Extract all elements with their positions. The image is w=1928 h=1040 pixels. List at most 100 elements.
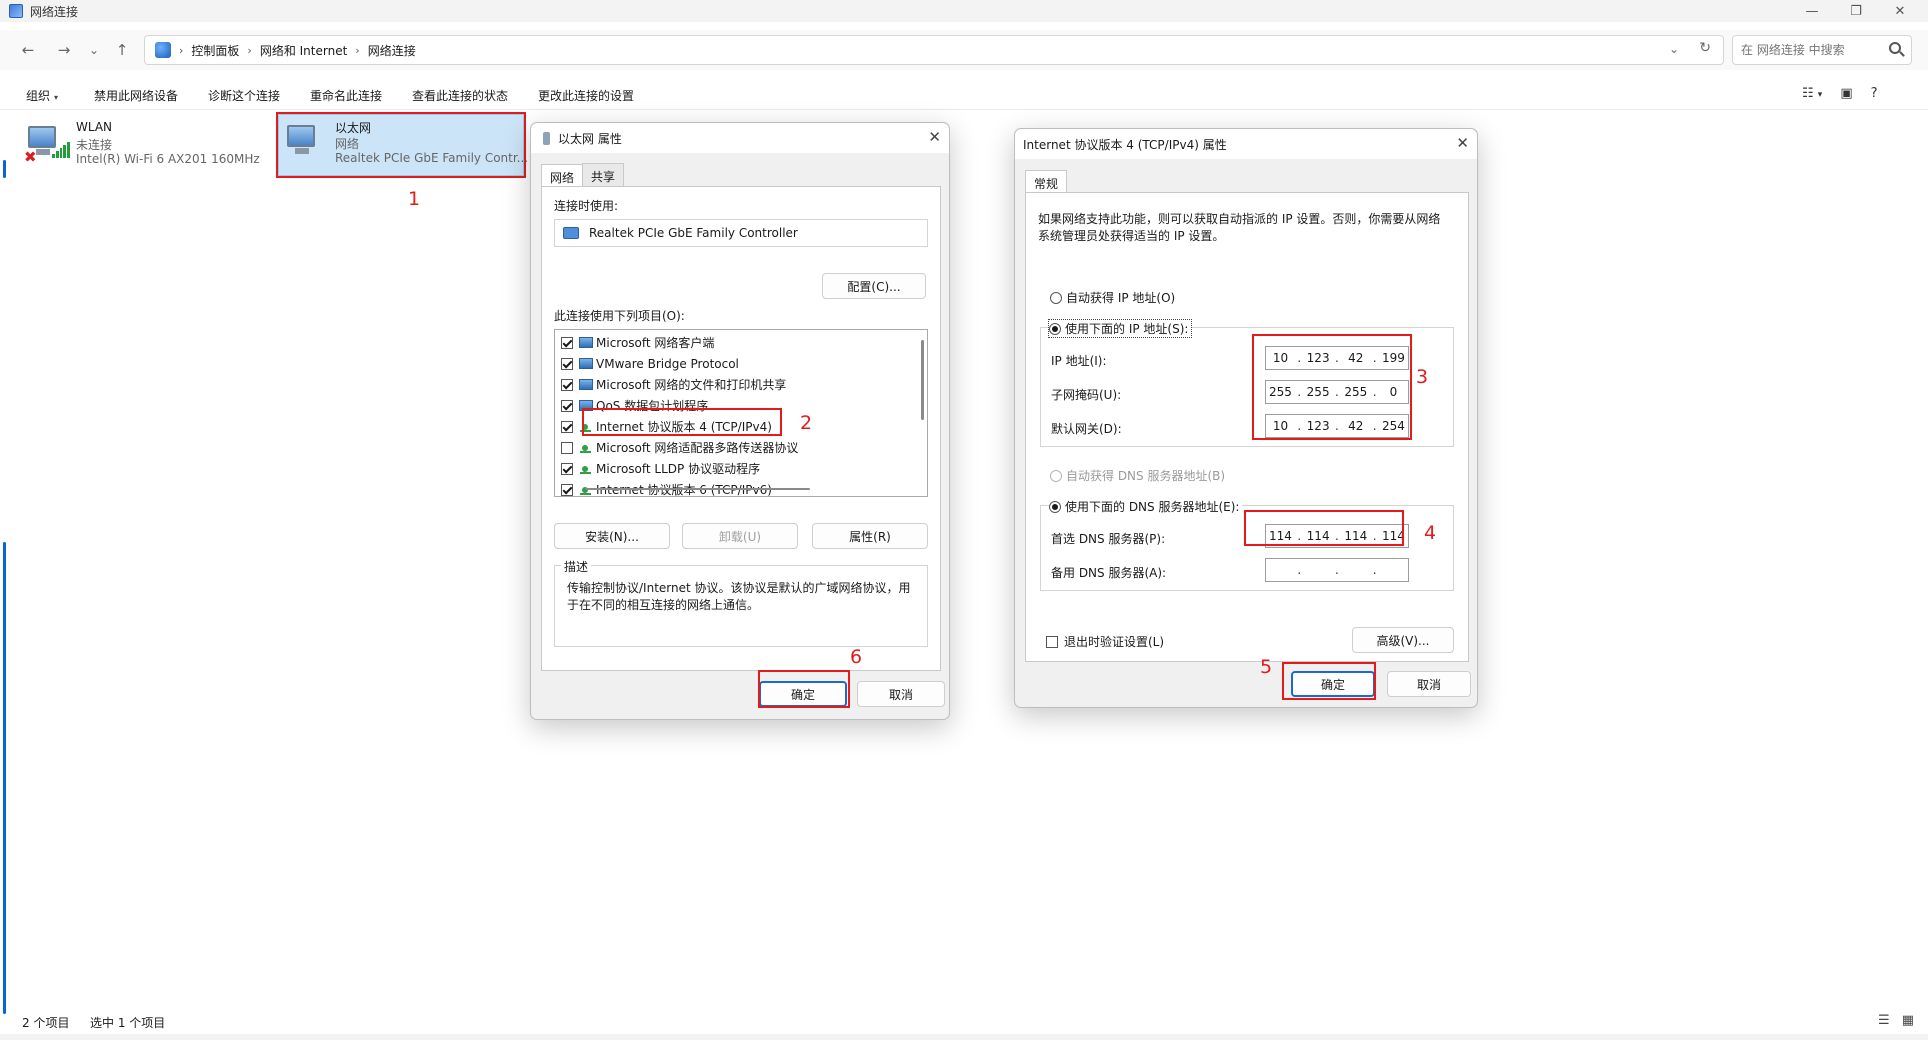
ipv4-properties-close-icon[interactable]: ✕: [1456, 134, 1469, 152]
client-icon: [579, 379, 593, 390]
ethernet-properties-title: 以太网 属性: [558, 131, 622, 146]
alternate-dns-label: 备用 DNS 服务器(A):: [1051, 566, 1167, 580]
annotation-box-3: [1252, 334, 1412, 440]
change-settings-button[interactable]: 更改此连接的设置: [538, 87, 634, 104]
preview-pane-icon[interactable]: ▣: [1840, 86, 1852, 101]
navigation-pane-scrollbar[interactable]: [0, 112, 8, 1022]
breadcrumb-network-internet[interactable]: 网络和 Internet: [260, 42, 347, 59]
description-group: 描述 传输控制协议/Internet 协议。该协议是默认的广域网络协议，用于在不…: [554, 558, 928, 647]
signal-bar: [67, 142, 70, 158]
component-checkbox[interactable]: [561, 462, 573, 475]
ipv4-cancel-button[interactable]: 取消: [1387, 671, 1471, 697]
organize-label: 组织: [26, 89, 51, 103]
ipv4-properties-titlebar: Internet 协议版本 4 (TCP/IPv4) 属性 ✕: [1015, 129, 1477, 159]
details-view-icon[interactable]: ☰: [1878, 1013, 1890, 1028]
component-checkbox[interactable]: [561, 483, 573, 496]
scroll-thumb-top[interactable]: [3, 160, 6, 178]
adapter-device-box: Realtek PCIe GbE Family Controller: [554, 219, 928, 247]
title-bar: 网络连接 — ❐ ✕: [0, 0, 1928, 22]
component-checkbox[interactable]: [561, 357, 573, 370]
component-label: Microsoft LLDP 协议驱动程序: [596, 462, 761, 476]
connect-using-label: 连接时使用:: [554, 199, 619, 213]
protocol-icon: [579, 442, 593, 453]
search-box[interactable]: [1732, 35, 1912, 65]
maximize-button[interactable]: ❐: [1834, 0, 1878, 22]
list-horizontal-scrollbar[interactable]: [585, 488, 810, 490]
ip-address-label: IP 地址(I):: [1051, 354, 1107, 368]
up-arrow-icon[interactable]: ↑: [110, 38, 134, 62]
list-item[interactable]: Microsoft LLDP 协议驱动程序: [561, 460, 760, 477]
list-vertical-scrollbar[interactable]: [921, 340, 924, 420]
signal-bar: [52, 154, 55, 158]
close-button[interactable]: ✕: [1878, 0, 1922, 22]
component-properties-button[interactable]: 属性(R): [812, 523, 928, 549]
search-input[interactable]: [1741, 43, 1881, 57]
change-view-icon[interactable]: ☷ ▾: [1802, 86, 1822, 101]
client-icon: [579, 358, 593, 369]
components-label: 此连接使用下列项目(O):: [554, 309, 685, 323]
address-dropdown-icon[interactable]: ⌄: [1669, 42, 1679, 56]
command-bar: 组织 ▾ 禁用此网络设备 诊断这个连接 重命名此连接 查看此连接的状态 更改此连接…: [0, 78, 1928, 110]
list-item[interactable]: Microsoft 网络适配器多路传送器协议: [561, 439, 798, 456]
breadcrumb-separator-icon: ›: [247, 43, 252, 57]
description-legend: 描述: [561, 558, 592, 575]
configure-button[interactable]: 配置(C)...: [822, 273, 926, 299]
network-item-wlan[interactable]: ✖ WLAN 未连接 Intel(R) Wi-Fi 6 AX201 160MHz: [20, 116, 270, 178]
list-item[interactable]: Microsoft 网络的文件和打印机共享: [561, 376, 786, 393]
scroll-thumb[interactable]: [3, 542, 6, 1014]
breadcrumb-control-panel[interactable]: 控制面板: [191, 42, 239, 59]
view-status-button[interactable]: 查看此连接的状态: [412, 87, 508, 104]
component-checkbox[interactable]: [561, 378, 573, 391]
advanced-button[interactable]: 高级(V)...: [1352, 627, 1454, 653]
address-bar[interactable]: › 控制面板 › 网络和 Internet › 网络连接 ⌄ ↻: [144, 35, 1724, 65]
ethernet-cancel-button[interactable]: 取消: [857, 681, 945, 707]
window-title: 网络连接: [30, 4, 79, 19]
radio-button[interactable]: [1049, 322, 1061, 335]
disconnected-x-icon: ✖: [24, 148, 37, 166]
subnet-mask-label: 子网掩码(U):: [1051, 388, 1122, 402]
component-label: Microsoft 网络客户端: [596, 336, 715, 350]
list-item[interactable]: Microsoft 网络客户端: [561, 334, 714, 351]
list-item[interactable]: VMware Bridge Protocol: [561, 355, 739, 372]
wifi-signal-icon: [52, 142, 70, 158]
component-checkbox[interactable]: [561, 441, 573, 454]
protocol-icon: [579, 463, 593, 474]
install-button[interactable]: 安装(N)...: [554, 523, 670, 549]
manual-dns-radio[interactable]: 使用下面的 DNS 服务器地址(E):: [1049, 498, 1243, 515]
forward-arrow-icon[interactable]: →: [52, 38, 76, 62]
network-connections-icon: [9, 4, 23, 18]
alternate-dns-field[interactable]: ...: [1265, 558, 1409, 582]
radio-button[interactable]: [1050, 291, 1062, 304]
component-label: Microsoft 网络的文件和打印机共享: [596, 378, 787, 392]
search-icon[interactable]: [1889, 42, 1901, 54]
tiles-view-icon[interactable]: ▦: [1902, 1013, 1914, 1028]
checkbox[interactable]: [1046, 635, 1058, 648]
signal-bar: [55, 151, 59, 158]
diagnose-button[interactable]: 诊断这个连接: [208, 87, 280, 104]
component-checkbox[interactable]: [561, 336, 573, 349]
view-caret-icon: ▾: [1817, 90, 1823, 100]
annotation-number-1: 1: [408, 188, 421, 210]
manual-ip-radio[interactable]: 使用下面的 IP 地址(S):: [1047, 319, 1193, 338]
client-icon: [579, 337, 593, 348]
help-icon[interactable]: ?: [1871, 86, 1878, 101]
radio-button[interactable]: [1049, 500, 1061, 513]
ethernet-properties-close-icon[interactable]: ✕: [928, 128, 941, 146]
component-checkbox[interactable]: [561, 399, 573, 412]
radio-button: [1050, 469, 1062, 482]
disable-device-button[interactable]: 禁用此网络设备: [94, 87, 178, 104]
component-checkbox[interactable]: [561, 420, 573, 433]
recent-locations-chevron-icon[interactable]: ⌄: [82, 38, 106, 62]
organize-menu[interactable]: 组织 ▾: [26, 87, 58, 104]
network-adapter-icon: [543, 131, 550, 145]
minimize-button[interactable]: —: [1790, 0, 1834, 22]
annotation-number-2: 2: [800, 412, 813, 434]
refresh-icon[interactable]: ↻: [1699, 40, 1711, 56]
monitor-stand: [36, 149, 50, 155]
breadcrumb-network-connections[interactable]: 网络连接: [368, 42, 416, 59]
breadcrumb-separator-icon: ›: [355, 43, 360, 57]
validate-on-exit-checkbox[interactable]: 退出时验证设置(L): [1046, 633, 1164, 650]
auto-ip-radio[interactable]: 自动获得 IP 地址(O): [1050, 289, 1175, 306]
back-arrow-icon[interactable]: ←: [16, 38, 40, 62]
rename-button[interactable]: 重命名此连接: [310, 87, 382, 104]
